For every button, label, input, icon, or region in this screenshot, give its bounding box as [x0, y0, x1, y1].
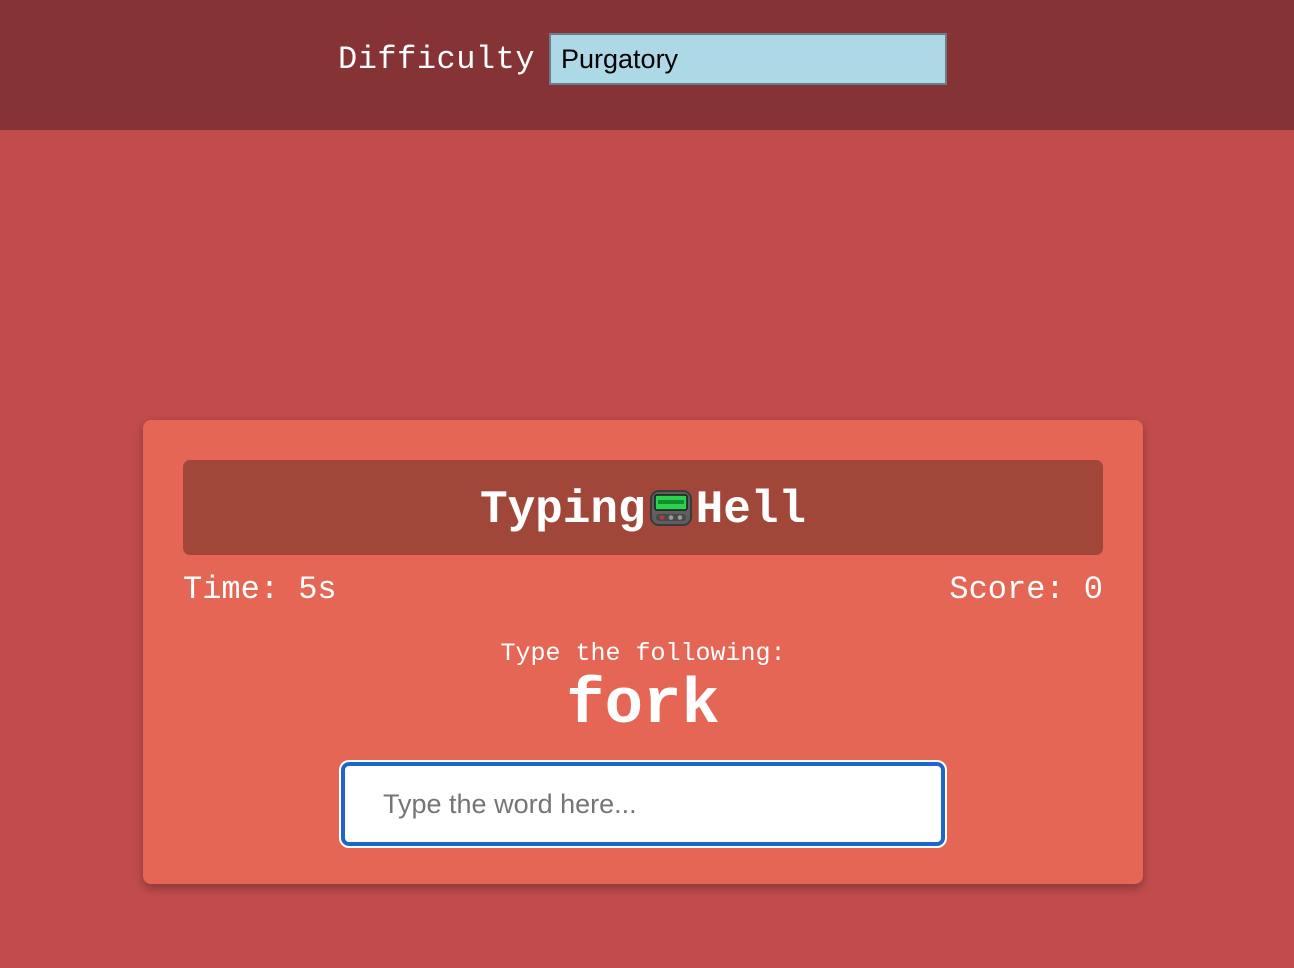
top-bar: Difficulty Purgatory — [0, 0, 1294, 130]
prompt-text: Type the following: — [500, 639, 786, 668]
word-input[interactable] — [339, 760, 947, 848]
target-word: fork — [566, 670, 720, 742]
title-right: Hell — [695, 484, 807, 536]
pager-icon — [649, 490, 692, 526]
game-card: Typing Hell Time: 5s Score: 0 Type the f… — [143, 420, 1143, 884]
title-bar: Typing Hell — [183, 460, 1103, 555]
time-display: Time: 5s — [183, 571, 337, 608]
score-display: Score: 0 — [949, 571, 1103, 608]
game-title: Typing Hell — [480, 484, 806, 536]
title-left: Typing — [479, 484, 646, 536]
difficulty-label: Difficulty — [338, 41, 536, 78]
difficulty-select[interactable]: Purgatory — [549, 33, 947, 85]
